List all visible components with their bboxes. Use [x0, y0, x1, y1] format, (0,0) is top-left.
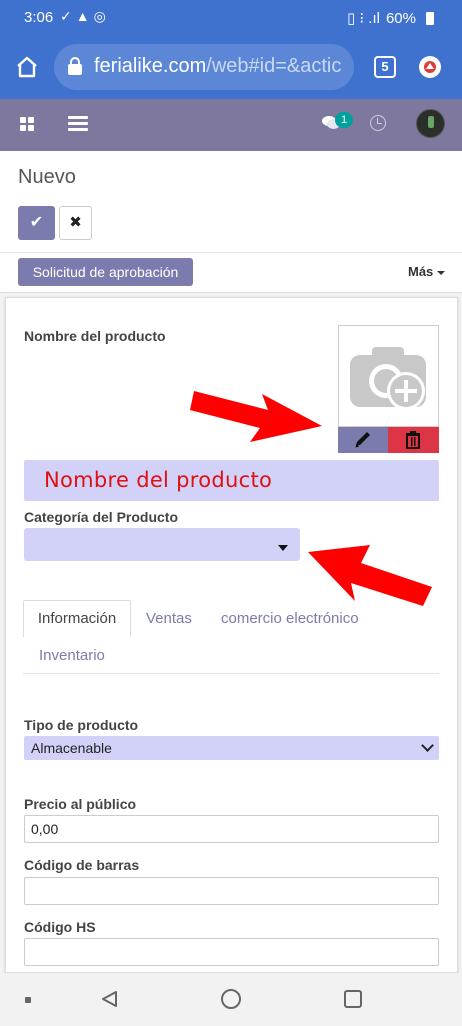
signal-icon: ▯ ⁝ .ıl: [346, 10, 380, 27]
home-icon[interactable]: [15, 55, 39, 79]
tab-inventario[interactable]: Inventario: [39, 647, 105, 664]
tab-ventas[interactable]: Ventas: [146, 610, 192, 627]
android-status-bar: 3:06 ✓▲◎ ▯ ⁝ .ıl 60%: [0, 0, 462, 36]
barcode-input[interactable]: [24, 877, 439, 905]
clock-icon[interactable]: [370, 115, 386, 131]
trash-icon: [406, 431, 420, 449]
hs-code-label: Código HS: [24, 919, 96, 935]
more-dropdown[interactable]: Más: [408, 264, 446, 279]
tabs-icon[interactable]: 5: [374, 56, 396, 78]
battery-percent: 60%: [385, 9, 416, 27]
price-label: Precio al público: [24, 796, 137, 812]
url-text[interactable]: ferialike.com/web#id=&actic: [94, 55, 346, 78]
url-path: /web#id=&actic: [206, 55, 342, 77]
price-input[interactable]: 0,00: [24, 815, 439, 843]
notification-icons: ✓▲◎: [60, 8, 110, 24]
status-right-icons: ▯ ⁝ .ıl 60%: [347, 9, 434, 27]
product-type-label: Tipo de producto: [24, 717, 139, 733]
delete-image-button[interactable]: [388, 427, 439, 453]
annotation-arrow-category: [308, 545, 432, 606]
product-name-placeholder: Nombre del producto: [44, 468, 273, 492]
menu-icon[interactable]: [68, 116, 88, 132]
chat-badge: 1: [335, 112, 353, 128]
status-time: 3:06: [24, 9, 54, 26]
caret-down-icon: [278, 545, 288, 551]
more-label: Más: [408, 264, 434, 279]
update-icon[interactable]: [419, 56, 441, 78]
caret-down-icon: [437, 270, 446, 275]
url-host: ferialike.com: [94, 55, 207, 77]
save-button[interactable]: ✔: [18, 206, 55, 240]
recents-icon[interactable]: [344, 990, 362, 1008]
product-name-label: Nombre del producto: [24, 328, 166, 344]
avatar[interactable]: [416, 109, 445, 138]
nav-dot-icon: [25, 997, 31, 1003]
tabs-divider: [23, 673, 439, 674]
lock-icon: [68, 57, 82, 75]
approval-request-button[interactable]: Solicitud de aprobación: [18, 258, 193, 286]
camera-add-icon: [350, 347, 426, 410]
breadcrumb: Nuevo: [18, 166, 76, 188]
edit-image-button[interactable]: [338, 427, 388, 453]
pencil-icon: [355, 432, 370, 448]
url-bar[interactable]: ferialike.com/web#id=&actic: [54, 44, 354, 90]
barcode-label: Código de barras: [24, 857, 140, 873]
discard-button[interactable]: ✖: [59, 206, 92, 240]
home-circle-icon[interactable]: [221, 989, 241, 1009]
hs-code-input[interactable]: [24, 938, 439, 966]
tab-informacion[interactable]: Información: [23, 600, 131, 637]
apps-icon[interactable]: [20, 117, 34, 131]
product-type-select[interactable]: Almacenable: [24, 736, 439, 760]
back-icon[interactable]: [100, 990, 118, 1008]
annotation-arrow-image: [190, 391, 322, 442]
image-actions: [338, 427, 439, 453]
product-category-select[interactable]: [24, 528, 300, 561]
product-category-label: Categoría del Producto: [24, 509, 179, 525]
battery-icon: [426, 11, 434, 25]
tab-comercio-electronico[interactable]: comercio electrónico: [221, 610, 359, 627]
product-image[interactable]: [338, 325, 439, 427]
